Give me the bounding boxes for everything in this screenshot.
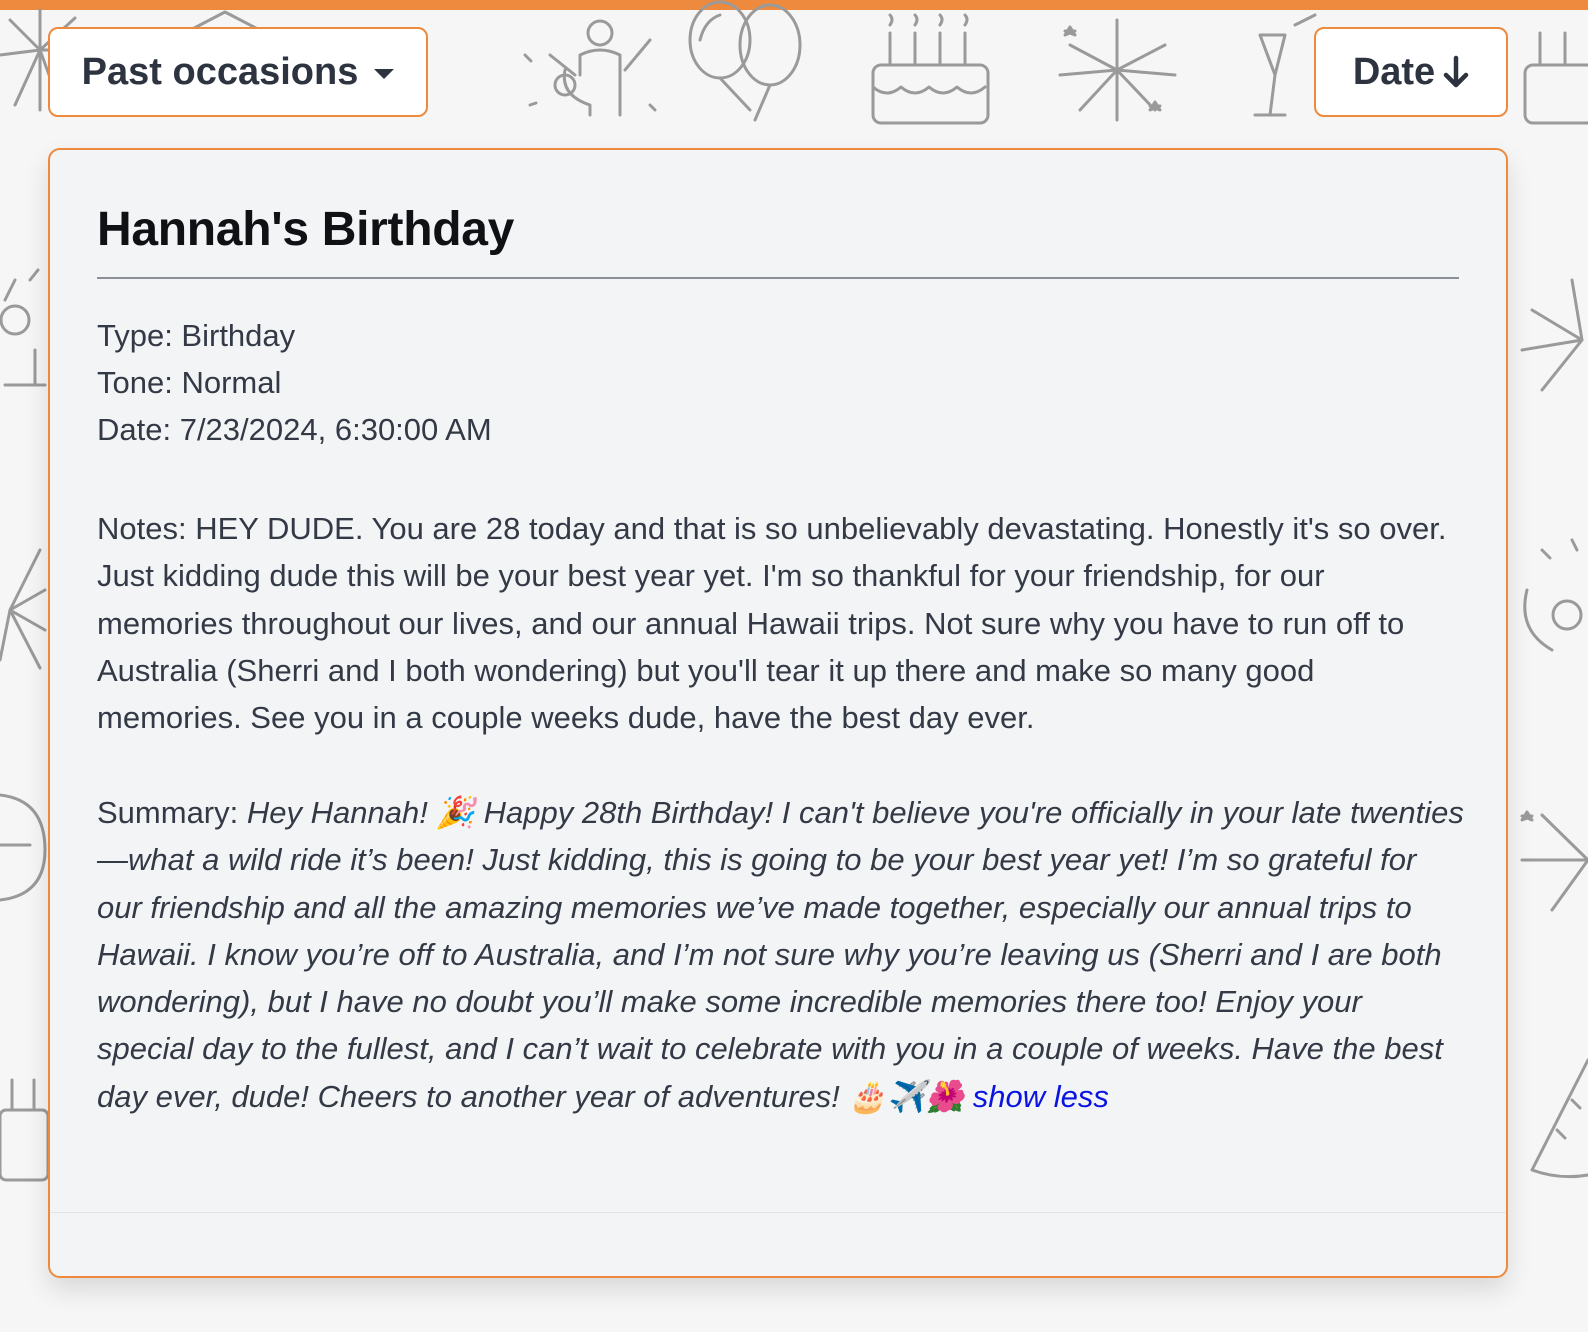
- caret-down-icon: [374, 69, 395, 79]
- balloons-icon: [688, 0, 802, 122]
- balloons-icon: [0, 793, 47, 902]
- top-accent-bar: [0, 0, 1588, 10]
- occasion-type: Type: Birthday: [97, 318, 296, 353]
- occasion-notes: Notes: HEY DUDE. You are 28 today and th…: [97, 511, 1447, 736]
- cake-icon: [871, 13, 990, 125]
- occasion-filter-label: Past occasions: [81, 50, 359, 93]
- sparkle-icon: [1520, 810, 1588, 912]
- show-less-link[interactable]: show less: [973, 1079, 1109, 1114]
- occasion-summary: Summary: Hey Hannah! 🎉 Happy 28th Birthd…: [97, 789, 1465, 1120]
- arrow-down-icon: [1443, 55, 1469, 89]
- party-people-icon: [1523, 538, 1583, 652]
- sort-date-label: Date: [1352, 50, 1436, 93]
- occasion-card: Hannah's Birthday Type: Birthday Tone: N…: [48, 148, 1508, 1278]
- card-footer-divider: [50, 1212, 1506, 1213]
- party-hat-icon: [1530, 1058, 1588, 1179]
- fireworks-icon: [0, 548, 47, 670]
- fireworks-icon: [1520, 278, 1584, 392]
- summary-text: Hey Hannah! 🎉 Happy 28th Birthday! I can…: [97, 795, 1464, 1114]
- occasion-filter-dropdown[interactable]: Past occasions: [48, 27, 428, 117]
- cake-icon: [1523, 31, 1588, 125]
- occasion-title: Hannah's Birthday: [97, 203, 515, 256]
- champagne-icon: [1253, 13, 1317, 117]
- occasion-date: Date: 7/23/2024, 6:30:00 AM: [97, 412, 492, 447]
- party-people-icon: [523, 19, 657, 117]
- cake-icon: [0, 1078, 50, 1182]
- party-people-icon: [0, 268, 47, 387]
- sparkle-icon: [1058, 18, 1177, 122]
- sort-date-button[interactable]: Date: [1314, 27, 1508, 117]
- title-divider: [97, 277, 1459, 279]
- occasion-tone: Tone: Normal: [97, 365, 282, 400]
- summary-label: Summary:: [97, 795, 247, 830]
